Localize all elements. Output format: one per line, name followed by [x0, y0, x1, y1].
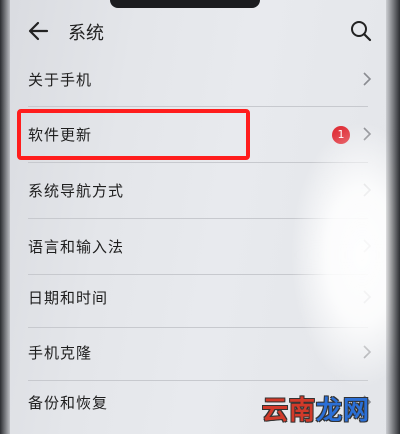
page-title: 系统	[68, 23, 104, 44]
settings-item-phone-clone[interactable]: 手机克隆	[0, 325, 400, 379]
phone-bezel-right	[386, 0, 400, 434]
arrow-left-icon[interactable]	[26, 18, 52, 44]
settings-item-label: 备份和恢复	[28, 394, 109, 412]
chevron-right-icon	[363, 239, 372, 253]
watermark-text-part1: 云南	[262, 396, 317, 426]
settings-item-label: 手机克隆	[28, 344, 93, 362]
highlight-annotation-box	[17, 109, 250, 160]
update-count-badge: 1	[332, 126, 350, 144]
settings-item-label: 语言和输入法	[28, 238, 125, 256]
chevron-right-icon	[363, 290, 372, 304]
chevron-right-icon	[363, 127, 372, 141]
settings-item-label: 系统导航方式	[28, 182, 125, 200]
chevron-right-icon	[363, 345, 372, 359]
app-header: 系统	[0, 14, 400, 50]
camera-notch	[110, 0, 260, 8]
chevron-right-icon	[363, 183, 372, 197]
watermark: 云南龙网	[262, 390, 370, 427]
settings-item-about-phone[interactable]: 关于手机	[0, 52, 400, 106]
watermark-text-part2: 龙网	[316, 396, 371, 426]
settings-item-label: 关于手机	[28, 71, 93, 89]
settings-item-date-time[interactable]: 日期和时间	[0, 270, 400, 324]
settings-item-language-input[interactable]: 语言和输入法	[0, 219, 400, 273]
settings-item-navigation[interactable]: 系统导航方式	[0, 163, 400, 217]
search-icon[interactable]	[348, 18, 374, 44]
settings-item-label: 日期和时间	[28, 289, 109, 307]
phone-bezel-left	[0, 0, 10, 434]
phone-screen: 系统 关于手机 软件更新 1 系统导航方式 语言和输入法 日期和时间 手机克隆 …	[0, 0, 400, 434]
chevron-right-icon	[363, 72, 372, 86]
